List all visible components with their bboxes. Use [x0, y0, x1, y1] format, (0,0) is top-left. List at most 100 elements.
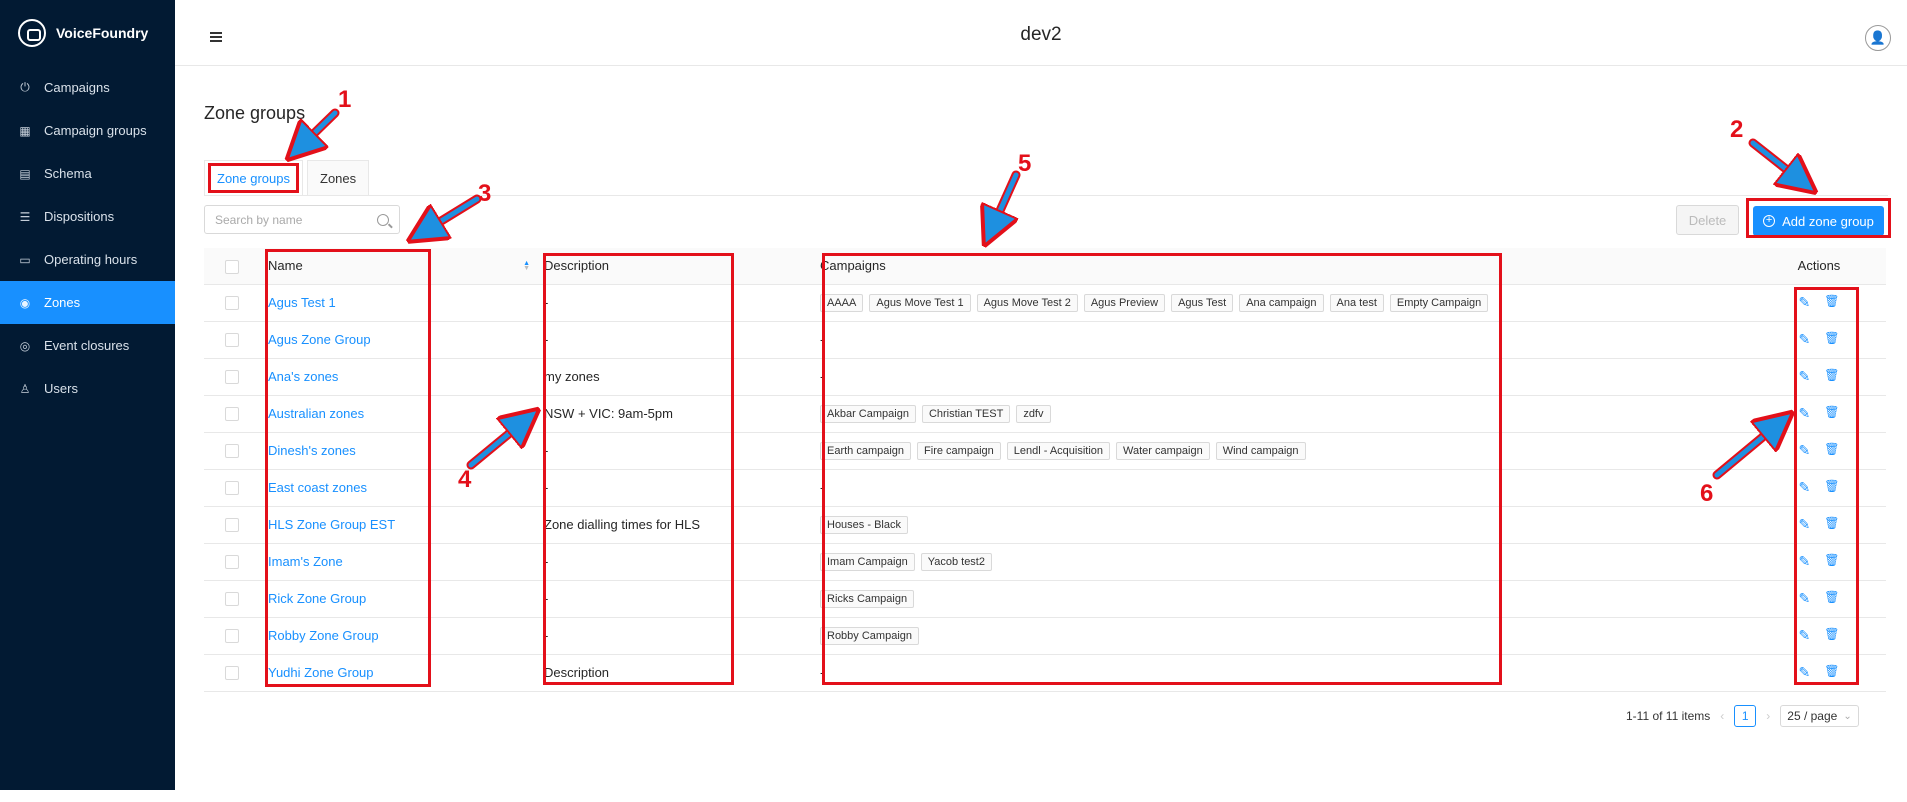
name-cell: HLS Zone Group EST: [260, 506, 536, 544]
zone-group-name-link[interactable]: Yudhi Zone Group: [268, 665, 374, 680]
row-checkbox[interactable]: [225, 555, 239, 570]
edit-icon[interactable]: ✎: [1799, 516, 1811, 533]
edit-icon[interactable]: ✎: [1799, 553, 1811, 570]
sidebar-item-campaigns[interactable]: ⏻ Campaigns: [0, 66, 175, 109]
row-checkbox[interactable]: [225, 370, 239, 385]
search-icon[interactable]: [377, 213, 389, 226]
app-name: VoiceFoundry: [56, 25, 149, 41]
campaigns-cell: -: [812, 321, 1752, 359]
description-cell: my zones: [536, 358, 812, 396]
sidebar-item-dispositions[interactable]: ☰ Dispositions: [0, 195, 175, 238]
sidebar-item-schema[interactable]: ▤ Schema: [0, 152, 175, 195]
page-number[interactable]: 1: [1734, 705, 1757, 727]
delete-icon[interactable]: 🗑: [1824, 516, 1839, 533]
zone-group-name-link[interactable]: Agus Test 1: [268, 295, 336, 310]
zone-group-name-link[interactable]: Australian zones: [268, 406, 364, 421]
row-checkbox[interactable]: [225, 629, 239, 644]
logo[interactable]: VoiceFoundry: [0, 0, 175, 66]
sidebar-item-campaign-groups[interactable]: ▦ Campaign groups: [0, 109, 175, 152]
campaign-tag: Christian TEST: [921, 404, 1011, 423]
row-select-cell: [204, 395, 260, 433]
page-size-value: 25 / page: [1787, 709, 1838, 723]
row-checkbox[interactable]: [225, 481, 239, 496]
annotation-label-2: 2: [1730, 116, 1744, 143]
search-input[interactable]: [215, 212, 377, 227]
campaign-tag: Ana test: [1329, 293, 1384, 312]
campaign-tag: Agus Preview: [1083, 293, 1166, 312]
campaign-groups-icon: ▦: [19, 123, 31, 138]
delete-icon[interactable]: 🗑: [1824, 664, 1839, 681]
delete-icon[interactable]: 🗑: [1824, 405, 1839, 422]
edit-icon[interactable]: ✎: [1799, 331, 1811, 348]
sidebar-item-zones[interactable]: ◉ Zones: [0, 281, 175, 324]
tab-zone-groups[interactable]: Zone groups: [204, 160, 303, 196]
location-icon: ◉: [19, 295, 31, 310]
table-row: Rick Zone Group - Ricks Campaign ✎ 🗑: [204, 580, 1886, 618]
delete-icon[interactable]: 🗑: [1824, 442, 1839, 459]
plus-circle-icon: +: [1763, 215, 1776, 227]
campaign-tag: Fire campaign: [917, 441, 1001, 460]
description-cell: -: [536, 469, 812, 507]
edit-icon[interactable]: ✎: [1799, 405, 1811, 422]
delete-button[interactable]: Delete: [1676, 205, 1739, 235]
table-row: Robby Zone Group - Robby Campaign ✎ 🗑: [204, 617, 1886, 655]
zone-group-name-link[interactable]: Dinesh's zones: [268, 443, 356, 458]
row-checkbox[interactable]: [225, 296, 239, 311]
user-avatar-icon[interactable]: 👤: [1865, 25, 1891, 51]
table-row: HLS Zone Group EST Zone dialling times fo…: [204, 506, 1886, 544]
row-select-cell: [204, 543, 260, 581]
row-select-cell: [204, 580, 260, 618]
edit-icon[interactable]: ✎: [1799, 294, 1811, 311]
edit-icon[interactable]: ✎: [1799, 368, 1811, 385]
zone-group-name-link[interactable]: Ana's zones: [268, 369, 338, 384]
delete-icon[interactable]: 🗑: [1824, 368, 1839, 385]
table-row: Imam's Zone - Imam Campaign Yacob test2 ✎ 🗑: [204, 543, 1886, 581]
sidebar-menu: ⏻ Campaigns ▦ Campaign groups ▤ Schema ☰ Dispos…: [0, 66, 175, 410]
sidebar-item-event-closures[interactable]: ◎ Event closures: [0, 324, 175, 367]
sidebar-item-operating-hours[interactable]: ▭ Operating hours: [0, 238, 175, 281]
name-column-header[interactable]: Name ▲ ▼: [260, 248, 536, 285]
edit-icon[interactable]: ✎: [1799, 442, 1811, 459]
edit-icon[interactable]: ✎: [1799, 664, 1811, 681]
zone-group-name-link[interactable]: Imam's Zone: [268, 554, 343, 569]
delete-icon[interactable]: 🗑: [1824, 331, 1839, 348]
sidebar-item-users[interactable]: ♙ Users: [0, 367, 175, 410]
table-row: Ana's zones my zones - ✎ 🗑: [204, 358, 1886, 396]
zone-group-name-link[interactable]: HLS Zone Group EST: [268, 517, 395, 532]
actions-cell: ✎ 🗑: [1752, 358, 1886, 396]
select-all-checkbox[interactable]: [225, 259, 239, 274]
edit-icon[interactable]: ✎: [1799, 627, 1811, 644]
sort-icon[interactable]: ▲ ▼: [523, 260, 530, 272]
search-box[interactable]: [204, 205, 400, 234]
actions-cell: ✎ 🗑: [1752, 432, 1886, 470]
row-checkbox[interactable]: [225, 592, 239, 607]
zone-group-name-link[interactable]: Robby Zone Group: [268, 628, 379, 643]
delete-icon[interactable]: 🗑: [1824, 553, 1839, 570]
delete-icon[interactable]: 🗑: [1824, 294, 1839, 311]
zone-group-name-link[interactable]: East coast zones: [268, 480, 367, 495]
delete-icon[interactable]: 🗑: [1824, 627, 1839, 644]
next-page-icon[interactable]: ›: [1766, 709, 1770, 723]
name-cell: Robby Zone Group: [260, 617, 536, 655]
top-header: dev2 👤: [175, 0, 1907, 66]
zone-group-name-link[interactable]: Agus Zone Group: [268, 332, 371, 347]
row-checkbox[interactable]: [225, 407, 239, 422]
row-select-cell: [204, 321, 260, 359]
page-size-select[interactable]: 25 / page ⌄: [1780, 705, 1859, 727]
calendar-icon: ▭: [19, 252, 31, 267]
edit-icon[interactable]: ✎: [1799, 590, 1811, 607]
tab-zones[interactable]: Zones: [307, 160, 370, 196]
row-checkbox[interactable]: [225, 518, 239, 533]
zone-group-name-link[interactable]: Rick Zone Group: [268, 591, 366, 606]
row-checkbox[interactable]: [225, 333, 239, 348]
row-checkbox[interactable]: [225, 444, 239, 459]
description-cell: Description: [536, 654, 812, 692]
description-cell: -: [536, 543, 812, 581]
row-checkbox[interactable]: [225, 666, 239, 681]
add-zone-group-button[interactable]: + Add zone group: [1753, 206, 1884, 236]
prev-page-icon[interactable]: ‹: [1720, 709, 1724, 723]
edit-icon[interactable]: ✎: [1799, 479, 1811, 496]
campaign-tag: Robby Campaign: [820, 626, 919, 645]
delete-icon[interactable]: 🗑: [1824, 479, 1839, 496]
delete-icon[interactable]: 🗑: [1824, 590, 1839, 607]
